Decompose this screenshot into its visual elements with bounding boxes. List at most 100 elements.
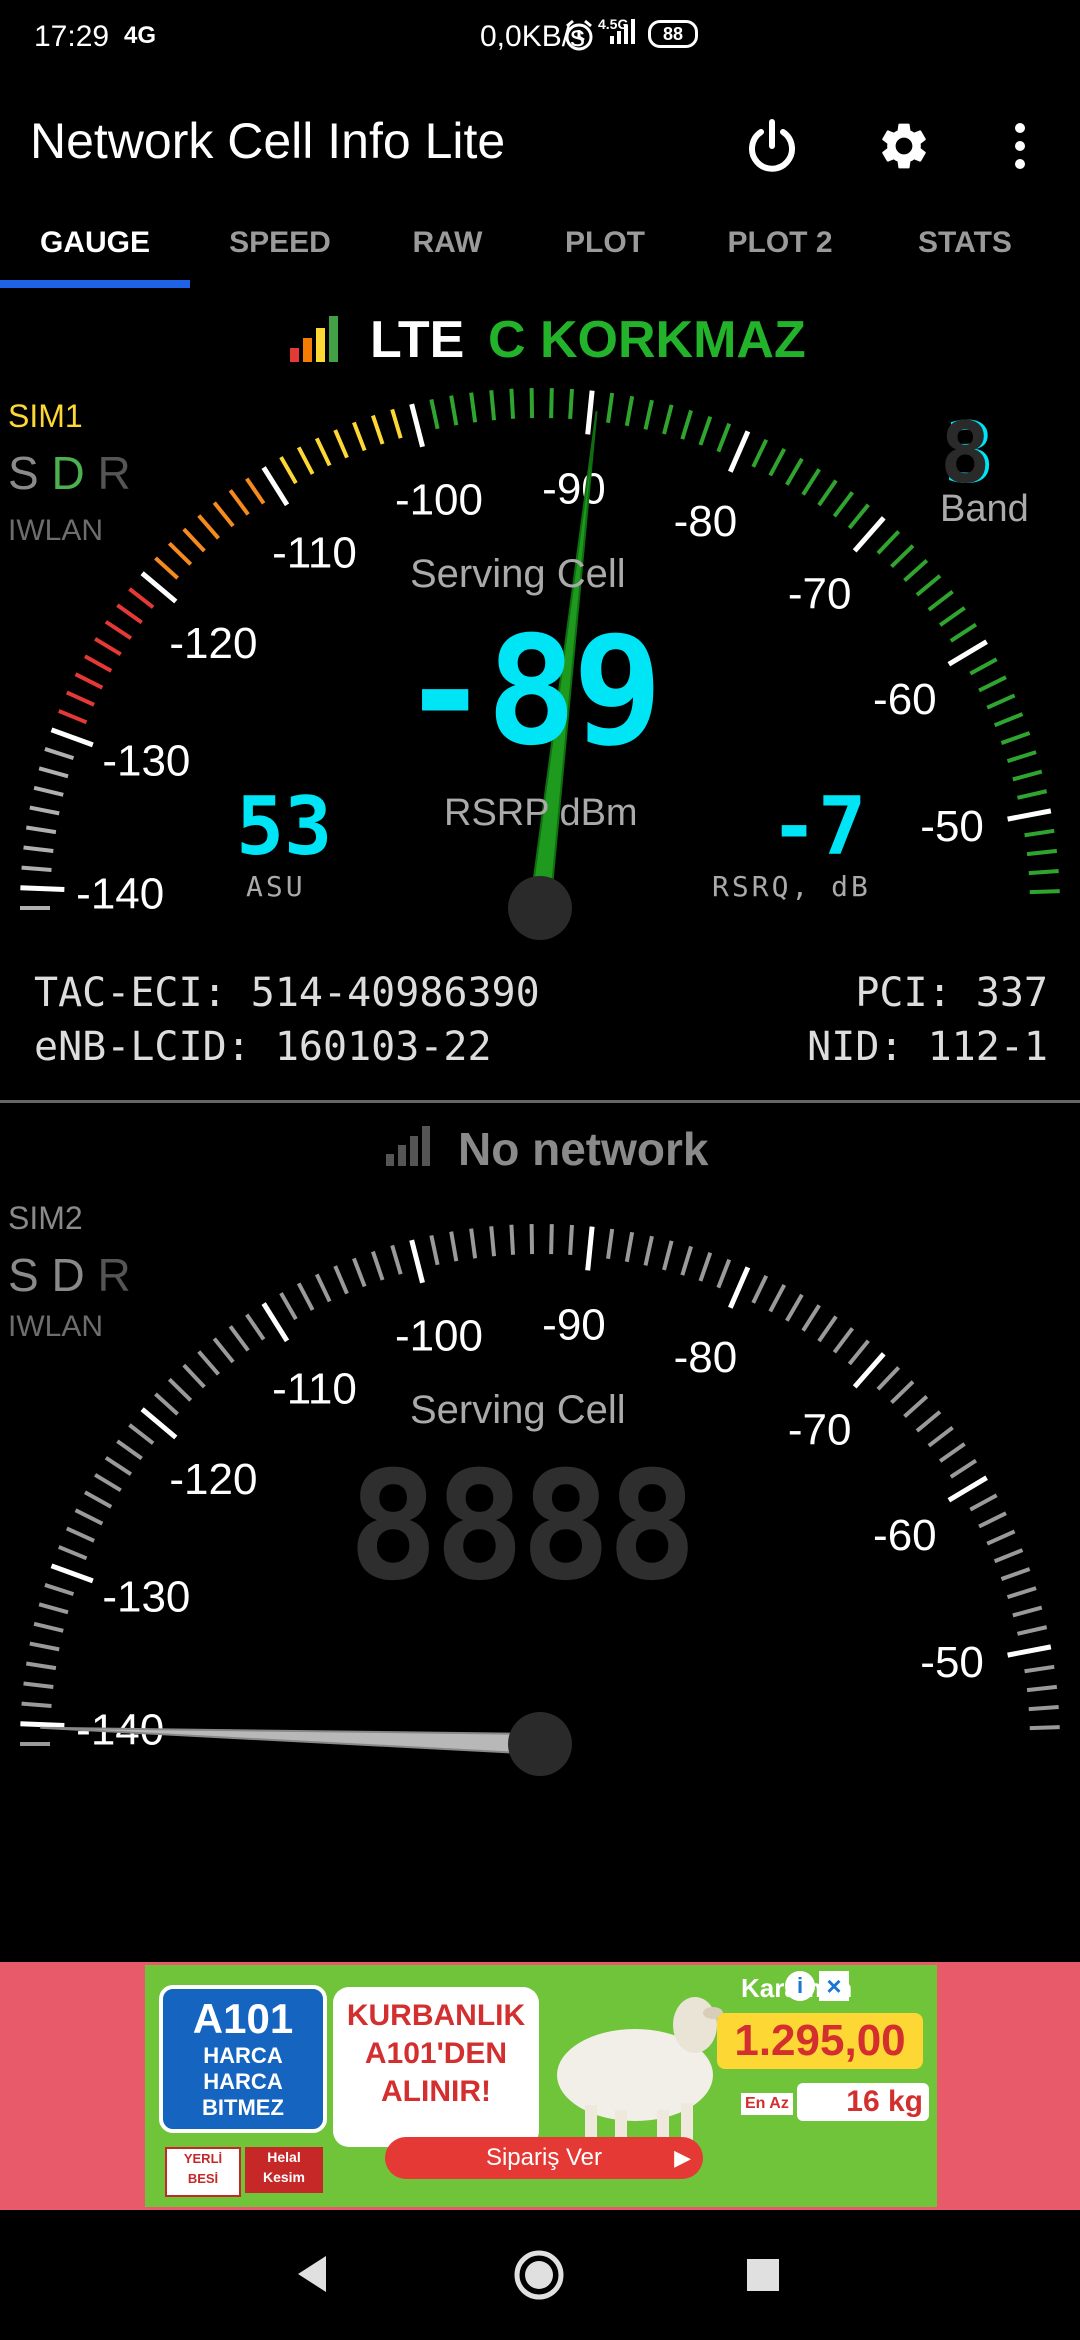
recents-icon[interactable] (744, 2256, 782, 2294)
gauge-tick (785, 1293, 804, 1322)
rsrp-label: RSRP dBm (444, 792, 638, 834)
ad-weight: 16 kg (797, 2083, 929, 2121)
gauge-tick (986, 1529, 1016, 1546)
ad-info-icon[interactable]: i (785, 1971, 815, 2001)
gauge-tick (94, 637, 122, 657)
gauge-tick (832, 1327, 855, 1354)
gauge-scale-label: -50 (920, 802, 984, 851)
ad-headline: KURBANLIK A101'DEN ALINIR! (333, 1987, 539, 2147)
gauge-tick (716, 422, 732, 453)
gauge-tick (643, 1235, 654, 1266)
gauge-tick (33, 1621, 64, 1633)
gauge-tick (429, 1235, 440, 1266)
sim2-serving-label: Serving Cell (410, 1388, 626, 1432)
gauge-tick (938, 606, 966, 627)
gauge-tick (94, 1473, 122, 1493)
gauge-tick (978, 675, 1007, 693)
settings-gear-icon[interactable] (876, 118, 932, 174)
gauge-tick (624, 1231, 635, 1263)
gauge-tick (662, 404, 674, 435)
gauge-tick (489, 1226, 497, 1257)
gauge-tick (768, 448, 787, 477)
gauge-tick (606, 392, 615, 424)
gauge-tick (449, 1231, 459, 1262)
gauge-tick (698, 1252, 713, 1282)
gauge-tick (29, 1641, 60, 1652)
gauge-tick (509, 1224, 516, 1255)
gauge-tick (182, 527, 206, 553)
gauge-scale-label: -100 (395, 1311, 483, 1360)
gauge-tick (296, 1282, 315, 1311)
gauge-needle-hub (508, 876, 572, 940)
gauge-tick (74, 1508, 104, 1526)
status-bar: 17:29 4G 0,0KB/s 4.5G 88 (0, 0, 1080, 90)
gauge-tick (949, 1458, 978, 1479)
ad-badge-halal: Helal Kesim (245, 2147, 323, 2193)
gauge-tick (449, 395, 459, 426)
gauge-tick (716, 1258, 732, 1289)
gauge-tick (549, 388, 554, 419)
gauge-tick (296, 446, 315, 475)
gauge-tick (876, 530, 901, 555)
tab-gauge[interactable]: GAUGE (0, 200, 190, 286)
ad-close-icon[interactable]: × (819, 1971, 849, 2001)
gauge-major-tick (585, 1226, 595, 1271)
gauge-major-tick (140, 571, 178, 604)
gauge-tick (801, 1304, 821, 1332)
back-icon[interactable] (292, 2252, 332, 2296)
rsrq-value: -7 (770, 780, 867, 873)
battery-level: 88 (662, 24, 684, 44)
gauge-tick (1006, 750, 1037, 764)
gauge-tick (58, 1545, 88, 1561)
gauge-tick (568, 388, 574, 420)
gauge-tick (23, 845, 54, 853)
home-icon[interactable] (512, 2248, 566, 2302)
network-type: 4G (124, 22, 157, 49)
gauge-scale-label: -90 (542, 464, 606, 513)
gauge-tick (903, 558, 929, 583)
gauge-tick (212, 1337, 235, 1364)
asu-value: 53 (236, 780, 333, 873)
gauge-major-tick (852, 1352, 886, 1389)
gauge-tick (949, 622, 978, 643)
gauge-scale-label: -60 (873, 675, 937, 724)
tab-speed[interactable]: SPEED (200, 200, 360, 286)
ad-banner[interactable]: A101 HARCA HARCA BITMEZ YERLİ BESİ Helal… (145, 1965, 937, 2207)
tab-raw[interactable]: RAW (370, 200, 525, 286)
tab-plot[interactable]: PLOT (530, 200, 680, 286)
gauge-tick (969, 657, 998, 676)
battery-icon: 88 (648, 20, 698, 48)
tab-plot-2[interactable]: PLOT 2 (690, 200, 870, 286)
sim1-serving-label: Serving Cell (410, 552, 626, 596)
asu-label: ASU (246, 870, 306, 903)
gauge-tick (1029, 889, 1060, 895)
gauge-tick (680, 409, 693, 440)
gauge-tick (509, 388, 516, 419)
ad-cta-label: Sipariş Ver (485, 2144, 603, 2171)
gauge-tick (915, 1410, 942, 1433)
gauge-tick (182, 1363, 206, 1389)
gauge-major-tick (20, 1721, 65, 1729)
power-icon[interactable] (744, 118, 800, 174)
gauge-major-tick (261, 466, 290, 507)
gauge-scale-label: -80 (674, 497, 738, 546)
gauge-tick (1024, 1664, 1055, 1674)
tab-stats[interactable]: STATS (880, 200, 1050, 286)
gauge-tick (847, 1339, 870, 1366)
gauge-scale-label: -130 (102, 1573, 190, 1622)
gauge-major-tick (728, 430, 751, 473)
ad-cta-button[interactable]: Sipariş Ver ▶ (385, 2137, 703, 2179)
gauge-major-tick (1007, 808, 1052, 822)
gauge-tick (1012, 769, 1043, 782)
ad-brand: A101 (192, 1995, 294, 2042)
gauge-tick (104, 620, 133, 640)
gauge-tick (817, 479, 838, 507)
gauge-tick (25, 825, 57, 835)
gauge-tick (832, 491, 855, 518)
gauge-tick (489, 390, 497, 421)
gauge-tick (1000, 1567, 1031, 1581)
gauge-tick (333, 429, 349, 459)
ad-brand-logo: A101 HARCA HARCA BITMEZ (159, 1985, 327, 2133)
more-vert-icon[interactable] (1000, 118, 1040, 174)
gauge-tick (785, 457, 804, 486)
